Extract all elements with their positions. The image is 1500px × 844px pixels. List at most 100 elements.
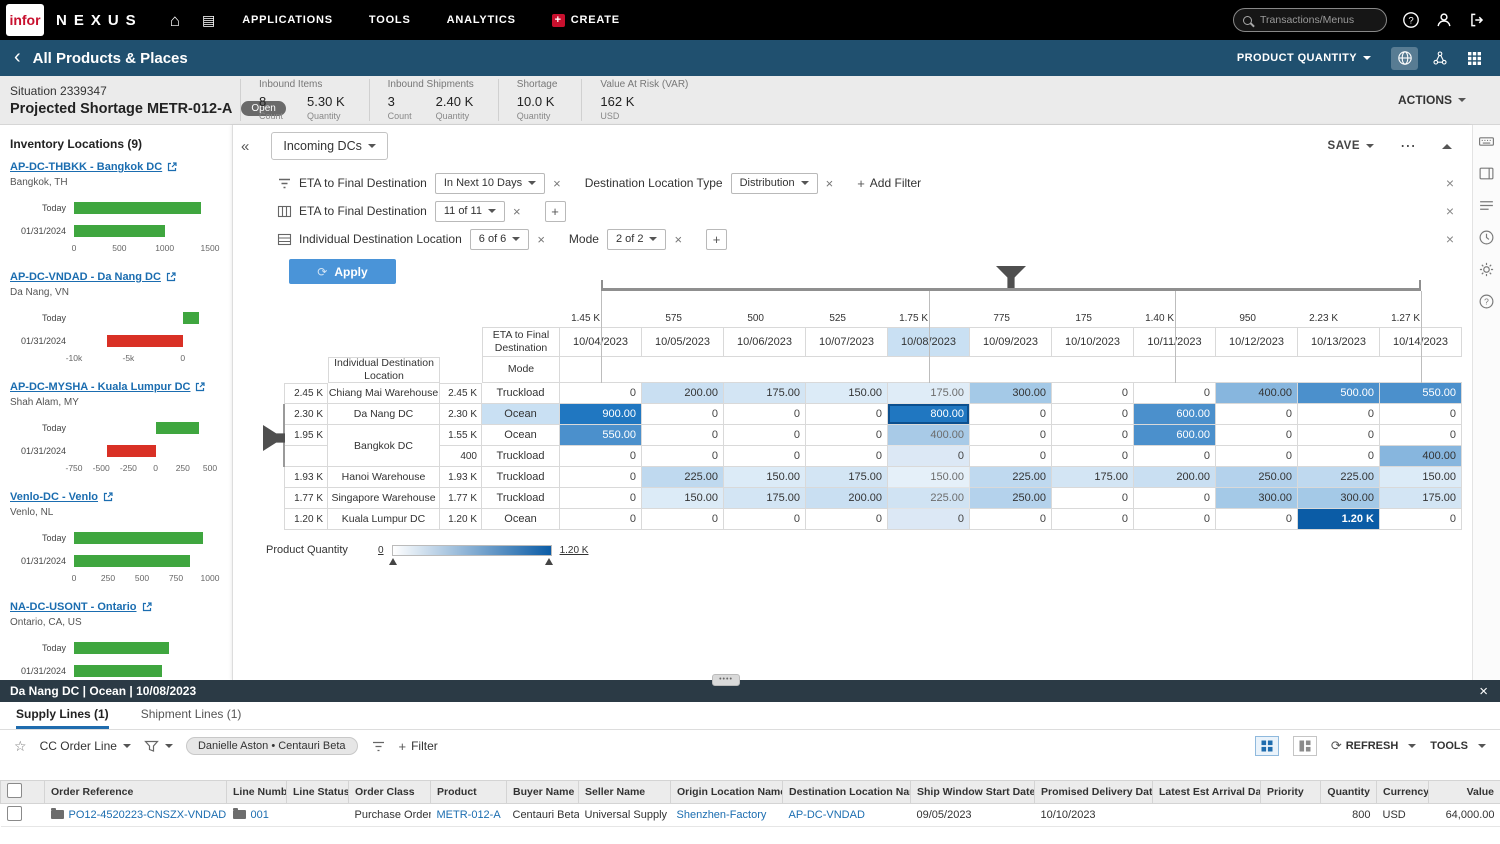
home-icon[interactable]: ⌂ (170, 12, 180, 29)
pivot-value-cell[interactable]: 600.00 (1134, 425, 1216, 446)
date-header-10/09/2023[interactable]: 10/09/2023 (970, 327, 1052, 357)
date-header-10/13/2023[interactable]: 10/13/2023 (1298, 327, 1380, 357)
network-view-button[interactable] (1426, 47, 1453, 70)
column-header-line-status[interactable]: Line Status (287, 781, 349, 804)
column-header-product[interactable]: Product (431, 781, 507, 804)
pivot-value-cell[interactable]: 0 (1052, 446, 1134, 467)
pivot-value-cell[interactable]: 0 (1298, 404, 1380, 425)
pivot-value-cell[interactable]: 550.00 (560, 425, 642, 446)
pivot-value-cell[interactable]: 0 (1216, 404, 1298, 425)
user-context-badge[interactable]: Danielle Aston • Centauri Beta (186, 737, 358, 755)
column-header-order-class[interactable]: Order Class (349, 781, 431, 804)
row-mode[interactable]: Ocean (482, 425, 560, 446)
remove-filter-icon[interactable]: × (513, 204, 521, 219)
pivot-value-cell[interactable]: 0 (1052, 404, 1134, 425)
location-link[interactable]: AP-DC-VNDAD - Da Nang DC (10, 271, 224, 283)
tools-button[interactable]: TOOLS (1430, 740, 1486, 752)
pivot-value-cell[interactable]: 0 (1052, 488, 1134, 509)
row-location[interactable]: Bangkok DC (328, 425, 440, 467)
filter-chip-value[interactable]: 6 of 6 (470, 229, 530, 250)
link-line-number[interactable]: 001 (251, 809, 269, 821)
location-link[interactable]: AP-DC-THBKK - Bangkok DC (10, 161, 224, 173)
tab-shipment-lines-1[interactable]: Shipment Lines (1) (141, 707, 242, 729)
pivot-value-cell[interactable]: 0 (724, 446, 806, 467)
location-link[interactable]: AP-DC-MYSHA - Kuala Lumpur DC (10, 381, 224, 393)
legend-min[interactable]: 0 (378, 545, 384, 556)
row-location[interactable]: Hanoi Warehouse (328, 467, 440, 488)
filter-chip-value[interactable]: In Next 10 Days (435, 173, 545, 194)
pivot-value-cell[interactable]: 600.00 (1134, 404, 1216, 425)
infor-logo[interactable]: infor (6, 4, 44, 36)
pivot-value-cell[interactable]: 0 (888, 446, 970, 467)
remove-filter-icon[interactable]: × (826, 176, 834, 191)
pivot-value-cell[interactable]: 0 (970, 509, 1052, 530)
notes-icon[interactable]: ▤ (202, 13, 215, 27)
link-origin-location-name[interactable]: Shenzhen-Factory (677, 809, 767, 821)
column-header-quantity[interactable]: Quantity (1321, 781, 1377, 804)
pivot-value-cell[interactable]: 300.00 (1298, 488, 1380, 509)
remove-filter-icon[interactable]: × (553, 176, 561, 191)
pivot-value-cell[interactable]: 200.00 (642, 383, 724, 404)
pivot-value-cell[interactable]: 0 (806, 446, 888, 467)
date-header-10/07/2023[interactable]: 10/07/2023 (806, 327, 888, 357)
refresh-button[interactable]: ⟳ REFRESH (1331, 738, 1416, 754)
column-header-order-reference[interactable]: Order Reference (45, 781, 227, 804)
date-header-10/05/2023[interactable]: 10/05/2023 (642, 327, 724, 357)
search-input[interactable] (1258, 13, 1377, 27)
timeline-selector-handle[interactable] (996, 266, 1026, 288)
tab-supply-lines-1[interactable]: Supply Lines (1) (16, 707, 109, 729)
column-header-seller-name[interactable]: Seller Name (579, 781, 671, 804)
pivot-value-cell[interactable]: 0 (970, 425, 1052, 446)
row-mode[interactable]: Truckload (482, 383, 560, 404)
gear-icon[interactable] (1478, 261, 1495, 278)
side-panel-icon[interactable] (1478, 165, 1495, 182)
filter-chip-value[interactable]: 2 of 2 (607, 229, 667, 250)
actions-menu[interactable]: ACTIONS (1398, 93, 1500, 107)
legend-max[interactable]: 1.20 K (560, 545, 589, 556)
clear-row-icon[interactable]: × (1446, 203, 1454, 219)
pivot-value-cell[interactable]: 900.00 (560, 404, 642, 425)
pivot-value-cell[interactable]: 250.00 (1216, 467, 1298, 488)
add-item-button[interactable]: + (545, 201, 566, 222)
row-mode[interactable]: Truckload (482, 488, 560, 509)
user-icon[interactable] (1435, 11, 1453, 29)
date-header-10/10/2023[interactable]: 10/10/2023 (1052, 327, 1134, 357)
column-header-line-number[interactable]: Line Number (227, 781, 287, 804)
grid-view-toggle[interactable] (1255, 736, 1279, 756)
column-header-currency[interactable]: Currency (1377, 781, 1429, 804)
pivot-value-cell[interactable]: 0 (806, 425, 888, 446)
pivot-value-cell[interactable]: 0 (560, 383, 642, 404)
pivot-value-cell[interactable]: 150.00 (806, 383, 888, 404)
pivot-value-cell[interactable]: 400.00 (1380, 446, 1462, 467)
split-view-toggle[interactable] (1293, 736, 1317, 756)
select-all-checkbox[interactable] (7, 783, 22, 798)
pivot-value-cell[interactable]: 175.00 (888, 383, 970, 404)
column-header-value[interactable]: Value (1429, 781, 1500, 804)
pivot-value-cell[interactable]: 175.00 (1052, 467, 1134, 488)
pivot-value-cell[interactable]: 150.00 (724, 467, 806, 488)
collapse-sidebar-button[interactable]: « (241, 138, 249, 155)
pivot-value-cell[interactable]: 0 (888, 509, 970, 530)
pivot-value-cell[interactable]: 175.00 (806, 467, 888, 488)
grid-view-button[interactable] (1461, 47, 1488, 70)
filter-chip-value[interactable]: Distribution (731, 173, 818, 194)
menu-item-create[interactable]: +CREATE (552, 14, 620, 27)
column-header-buyer-name[interactable]: Buyer Name (507, 781, 579, 804)
list-icon[interactable] (1478, 197, 1495, 214)
pivot-value-cell[interactable]: 0 (724, 509, 806, 530)
location-link[interactable]: Venlo-DC - Venlo (10, 491, 224, 503)
pivot-value-cell[interactable]: 0 (1134, 383, 1216, 404)
help-circle-icon[interactable]: ? (1478, 293, 1495, 310)
pivot-value-cell[interactable]: 0 (560, 446, 642, 467)
pivot-value-cell[interactable]: 200.00 (806, 488, 888, 509)
menu-item-applications[interactable]: APPLICATIONS (242, 14, 333, 26)
product-quantity-selector[interactable]: PRODUCT QUANTITY (1237, 52, 1371, 64)
pivot-value-cell[interactable]: 0 (642, 509, 724, 530)
link-product[interactable]: METR-012-A (437, 809, 501, 821)
date-header-10/06/2023[interactable]: 10/06/2023 (724, 327, 806, 357)
pivot-value-cell[interactable]: 0 (1380, 404, 1462, 425)
pivot-value-cell[interactable]: 0 (970, 404, 1052, 425)
apply-button[interactable]: ⟳ Apply (289, 259, 396, 284)
pivot-value-cell[interactable]: 0 (1380, 425, 1462, 446)
add-filter-button[interactable]: + Filter (399, 739, 438, 754)
